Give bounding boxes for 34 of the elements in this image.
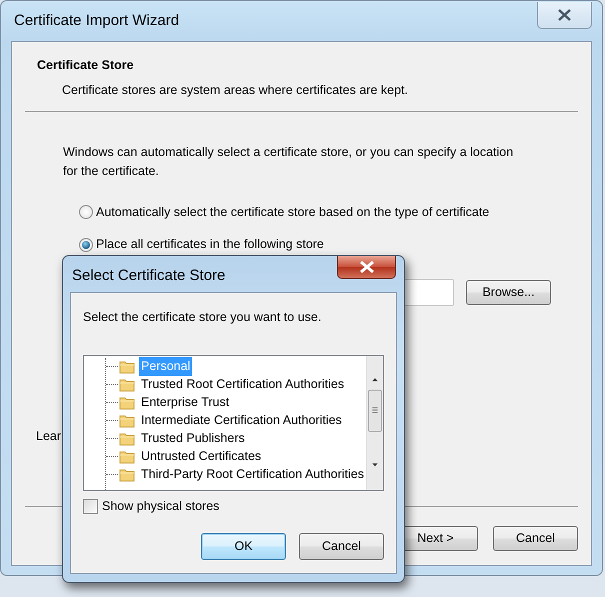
folder-icon <box>119 396 135 410</box>
radio-label[interactable]: Automatically select the certificate store based on the type of certificate <box>96 202 490 222</box>
store-item[interactable]: Third-Party Root Certification Authorities <box>139 465 366 484</box>
radio-button[interactable] <box>79 238 93 252</box>
store-item[interactable]: Untrusted Certificates <box>139 447 264 466</box>
cancel-button[interactable]: Cancel <box>299 532 384 560</box>
page-heading: Certificate Store <box>37 57 135 74</box>
ok-button[interactable]: OK <box>201 532 286 560</box>
folder-icon <box>119 414 135 428</box>
cancel-button[interactable]: Cancel <box>493 526 578 551</box>
checkbox[interactable] <box>83 498 98 514</box>
dialog-title: Select Certificate Store <box>71 266 226 286</box>
folder-icon <box>119 432 135 446</box>
folder-icon <box>119 360 135 374</box>
scrollbar[interactable] <box>366 356 383 490</box>
window-title: Certificate Import Wizard <box>13 10 180 31</box>
radio-label[interactable]: Place all certificates in the following store <box>96 235 324 254</box>
checkbox-label[interactable]: Show physical stores <box>102 496 220 516</box>
store-item[interactable]: Enterprise Trust <box>139 393 232 412</box>
folder-icon <box>119 450 135 464</box>
folder-icon <box>119 378 135 392</box>
folder-icon <box>119 468 135 482</box>
intro-text: Windows can automatically select a certificate store, or you can specify a location for the certificate. <box>63 144 514 180</box>
close-icon <box>557 8 572 20</box>
close-button[interactable] <box>537 2 592 28</box>
close-icon <box>358 261 374 273</box>
store-item[interactable]: Intermediate Certification Authorities <box>139 411 344 430</box>
page-subtitle: Certificate stores are system areas where certificates are kept. <box>61 82 409 99</box>
browse-button[interactable]: Browse... <box>466 280 551 305</box>
store-item[interactable]: Trusted Root Certification Authorities <box>139 375 346 394</box>
store-item[interactable]: Trusted Publishers <box>139 429 247 448</box>
close-button[interactable] <box>337 256 396 279</box>
radio-button[interactable] <box>79 204 93 219</box>
dialog-prompt: Select the certificate store you want to use. <box>83 309 322 326</box>
